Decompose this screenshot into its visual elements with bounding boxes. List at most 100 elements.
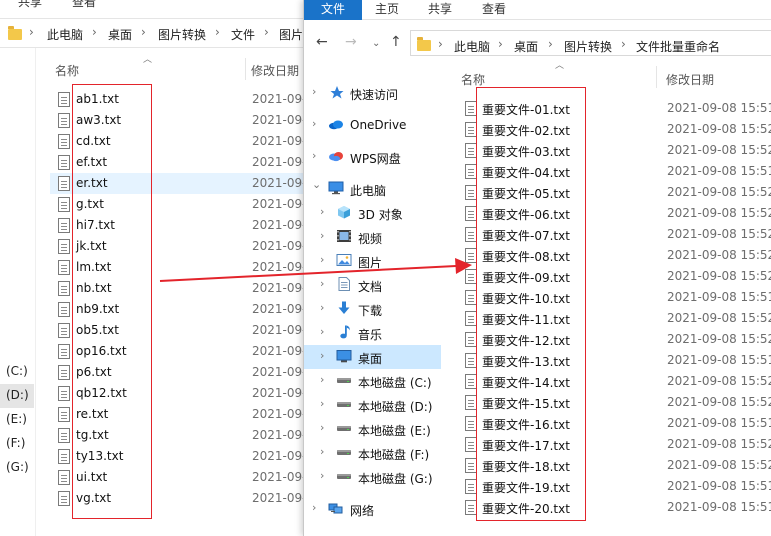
file-row[interactable]: 重要文件-18.txt 2021-09-08 15:52 <box>459 455 771 476</box>
file-row[interactable]: 重要文件-09.txt 2021-09-08 15:52 <box>459 266 771 287</box>
nav-tree-item-item-7[interactable]: › 文档 <box>304 273 441 297</box>
file-date: 2021-09- <box>252 386 307 400</box>
nav-tree-item-c[interactable]: › 本地磁盘 (C:) <box>304 369 441 393</box>
left-drive-c[interactable]: (C:) <box>6 364 28 378</box>
breadcrumb-separator: › <box>92 25 97 39</box>
chevron-right-icon[interactable]: › <box>320 253 324 266</box>
nav-tree-item-3d[interactable]: › 3D 对象 <box>304 201 441 225</box>
nav-tree-item-f[interactable]: › 本地磁盘 (F:) <box>304 441 441 465</box>
file-row[interactable]: 重要文件-07.txt 2021-09-08 15:52 <box>459 224 771 245</box>
nav-tree-item-item-16[interactable]: › 网络 <box>304 497 441 521</box>
left-drive-f[interactable]: (F:) <box>6 436 25 450</box>
chevron-down-icon[interactable]: ⌄ <box>312 178 321 191</box>
forward-arrow-icon[interactable]: → <box>345 35 357 49</box>
nav-tree-item-item-0[interactable]: › 快速访问 <box>304 81 441 105</box>
left-address-bar[interactable]: › 此电脑 › 桌面 › 图片转换 › 文件 › 图片 <box>0 18 310 48</box>
file-row[interactable]: 重要文件-02.txt 2021-09-08 15:52 <box>459 119 771 140</box>
text-file-icon <box>58 386 70 401</box>
nav-tree-item-item-6[interactable]: › 图片 <box>304 249 441 273</box>
column-name[interactable]: 名称 <box>461 71 485 88</box>
chevron-right-icon[interactable]: › <box>320 277 324 290</box>
chevron-right-icon[interactable]: › <box>320 469 324 482</box>
file-row[interactable]: 重要文件-12.txt 2021-09-08 15:52 <box>459 329 771 350</box>
tab-home[interactable]: 主页 <box>375 0 399 20</box>
left-breadcrumb-image-convert[interactable]: 图片转换 <box>158 26 206 43</box>
breadcrumb-image-convert[interactable]: 图片转换 <box>564 38 612 55</box>
left-tab-share[interactable]: 共享 <box>18 0 42 10</box>
file-row[interactable]: 重要文件-11.txt 2021-09-08 15:52 <box>459 308 771 329</box>
left-drive-d[interactable]: (D:) <box>6 388 29 402</box>
file-row[interactable]: 重要文件-17.txt 2021-09-08 15:52 <box>459 434 771 455</box>
file-row[interactable]: 重要文件-08.txt 2021-09-08 15:52 <box>459 245 771 266</box>
tab-file[interactable]: 文件 <box>304 0 362 20</box>
left-tab-view[interactable]: 查看 <box>72 0 96 10</box>
nav-tree-item-item-3[interactable]: ⌄ 此电脑 <box>304 177 441 201</box>
file-row[interactable]: 重要文件-10.txt 2021-09-08 15:51 <box>459 287 771 308</box>
file-name: 重要文件-04.txt <box>482 166 570 180</box>
nav-tree-item-e[interactable]: › 本地磁盘 (E:) <box>304 417 441 441</box>
file-name: 重要文件-15.txt <box>482 397 570 411</box>
chevron-right-icon[interactable]: › <box>320 349 324 362</box>
file-row[interactable]: 重要文件-16.txt 2021-09-08 15:51 <box>459 413 771 434</box>
chevron-right-icon[interactable]: › <box>320 301 324 314</box>
nav-tree-item-g[interactable]: › 本地磁盘 (G:) <box>304 465 441 489</box>
file-row[interactable]: 重要文件-03.txt 2021-09-08 15:52 <box>459 140 771 161</box>
nav-tree-item-item-5[interactable]: › 视频 <box>304 225 441 249</box>
file-name: cd.txt <box>76 134 111 148</box>
drive-icon <box>336 397 352 411</box>
file-row[interactable]: 重要文件-04.txt 2021-09-08 15:51 <box>459 161 771 182</box>
file-row[interactable]: 重要文件-19.txt 2021-09-08 15:51 <box>459 476 771 497</box>
file-row[interactable]: 重要文件-01.txt 2021-09-08 15:51 <box>459 98 771 119</box>
file-row[interactable]: 重要文件-13.txt 2021-09-08 15:51 <box>459 350 771 371</box>
column-divider[interactable] <box>656 66 657 88</box>
left-breadcrumb-desktop[interactable]: 桌面 <box>108 26 132 43</box>
nav-tree-label: 此电脑 <box>350 184 387 198</box>
file-row[interactable]: 重要文件-05.txt 2021-09-08 15:52 <box>459 182 771 203</box>
chevron-right-icon[interactable]: › <box>320 373 324 386</box>
tab-view[interactable]: 查看 <box>482 0 506 20</box>
chevron-right-icon[interactable]: › <box>320 325 324 338</box>
left-breadcrumb-this-pc[interactable]: 此电脑 <box>47 26 83 43</box>
chevron-right-icon[interactable]: › <box>320 445 324 458</box>
file-row[interactable]: 重要文件-14.txt 2021-09-08 15:52 <box>459 371 771 392</box>
chevron-right-icon[interactable]: › <box>312 501 316 514</box>
file-date: 2021-09-08 15:52 <box>667 143 771 157</box>
left-drive-g[interactable]: (G:) <box>6 460 29 474</box>
column-divider[interactable] <box>245 58 246 80</box>
chevron-right-icon[interactable]: › <box>320 397 324 410</box>
recent-locations-chevron-icon[interactable]: ⌄ <box>372 37 380 51</box>
address-bar[interactable]: › 此电脑 › 桌面 › 图片转换 › 文件批量重命名 <box>410 30 771 56</box>
chevron-right-icon[interactable]: › <box>320 229 324 242</box>
nav-tree-item-item-10[interactable]: › 桌面 <box>304 345 441 369</box>
tab-share[interactable]: 共享 <box>428 0 452 20</box>
left-column-date[interactable]: 修改日期 <box>251 62 299 79</box>
nav-tree-item-d[interactable]: › 本地磁盘 (D:) <box>304 393 441 417</box>
back-arrow-icon[interactable]: ← <box>316 35 328 49</box>
file-row[interactable]: 重要文件-20.txt 2021-09-08 15:51 <box>459 497 771 518</box>
nav-tree-item-item-9[interactable]: › 音乐 <box>304 321 441 345</box>
nav-tree-item-onedrive[interactable]: › OneDrive <box>304 113 441 137</box>
chevron-right-icon[interactable]: › <box>320 421 324 434</box>
chevron-right-icon[interactable]: › <box>312 85 316 98</box>
left-column-name[interactable]: 名称 <box>55 62 79 79</box>
file-name: 重要文件-20.txt <box>482 502 570 516</box>
breadcrumb-this-pc[interactable]: 此电脑 <box>454 38 490 55</box>
text-file-icon <box>58 491 70 506</box>
nav-tree-item-wps[interactable]: › WPS网盘 <box>304 145 441 169</box>
left-breadcrumb-files[interactable]: 文件 <box>231 26 255 43</box>
up-arrow-icon[interactable]: ↑ <box>390 35 402 49</box>
breadcrumb-desktop[interactable]: 桌面 <box>514 38 538 55</box>
left-breadcrumb-images[interactable]: 图片 <box>279 26 303 43</box>
chevron-right-icon[interactable]: › <box>312 149 316 162</box>
left-drive-e[interactable]: (E:) <box>6 412 27 426</box>
chevron-right-icon[interactable]: › <box>312 117 316 130</box>
breadcrumb-separator: › <box>215 25 220 39</box>
nav-tree-item-item-8[interactable]: › 下载 <box>304 297 441 321</box>
column-date[interactable]: 修改日期 <box>666 71 714 88</box>
file-name: 重要文件-08.txt <box>482 250 570 264</box>
breadcrumb-batch-rename[interactable]: 文件批量重命名 <box>636 38 720 55</box>
desktop-icon <box>336 349 352 363</box>
file-row[interactable]: 重要文件-15.txt 2021-09-08 15:52 <box>459 392 771 413</box>
chevron-right-icon[interactable]: › <box>320 205 324 218</box>
file-row[interactable]: 重要文件-06.txt 2021-09-08 15:52 <box>459 203 771 224</box>
